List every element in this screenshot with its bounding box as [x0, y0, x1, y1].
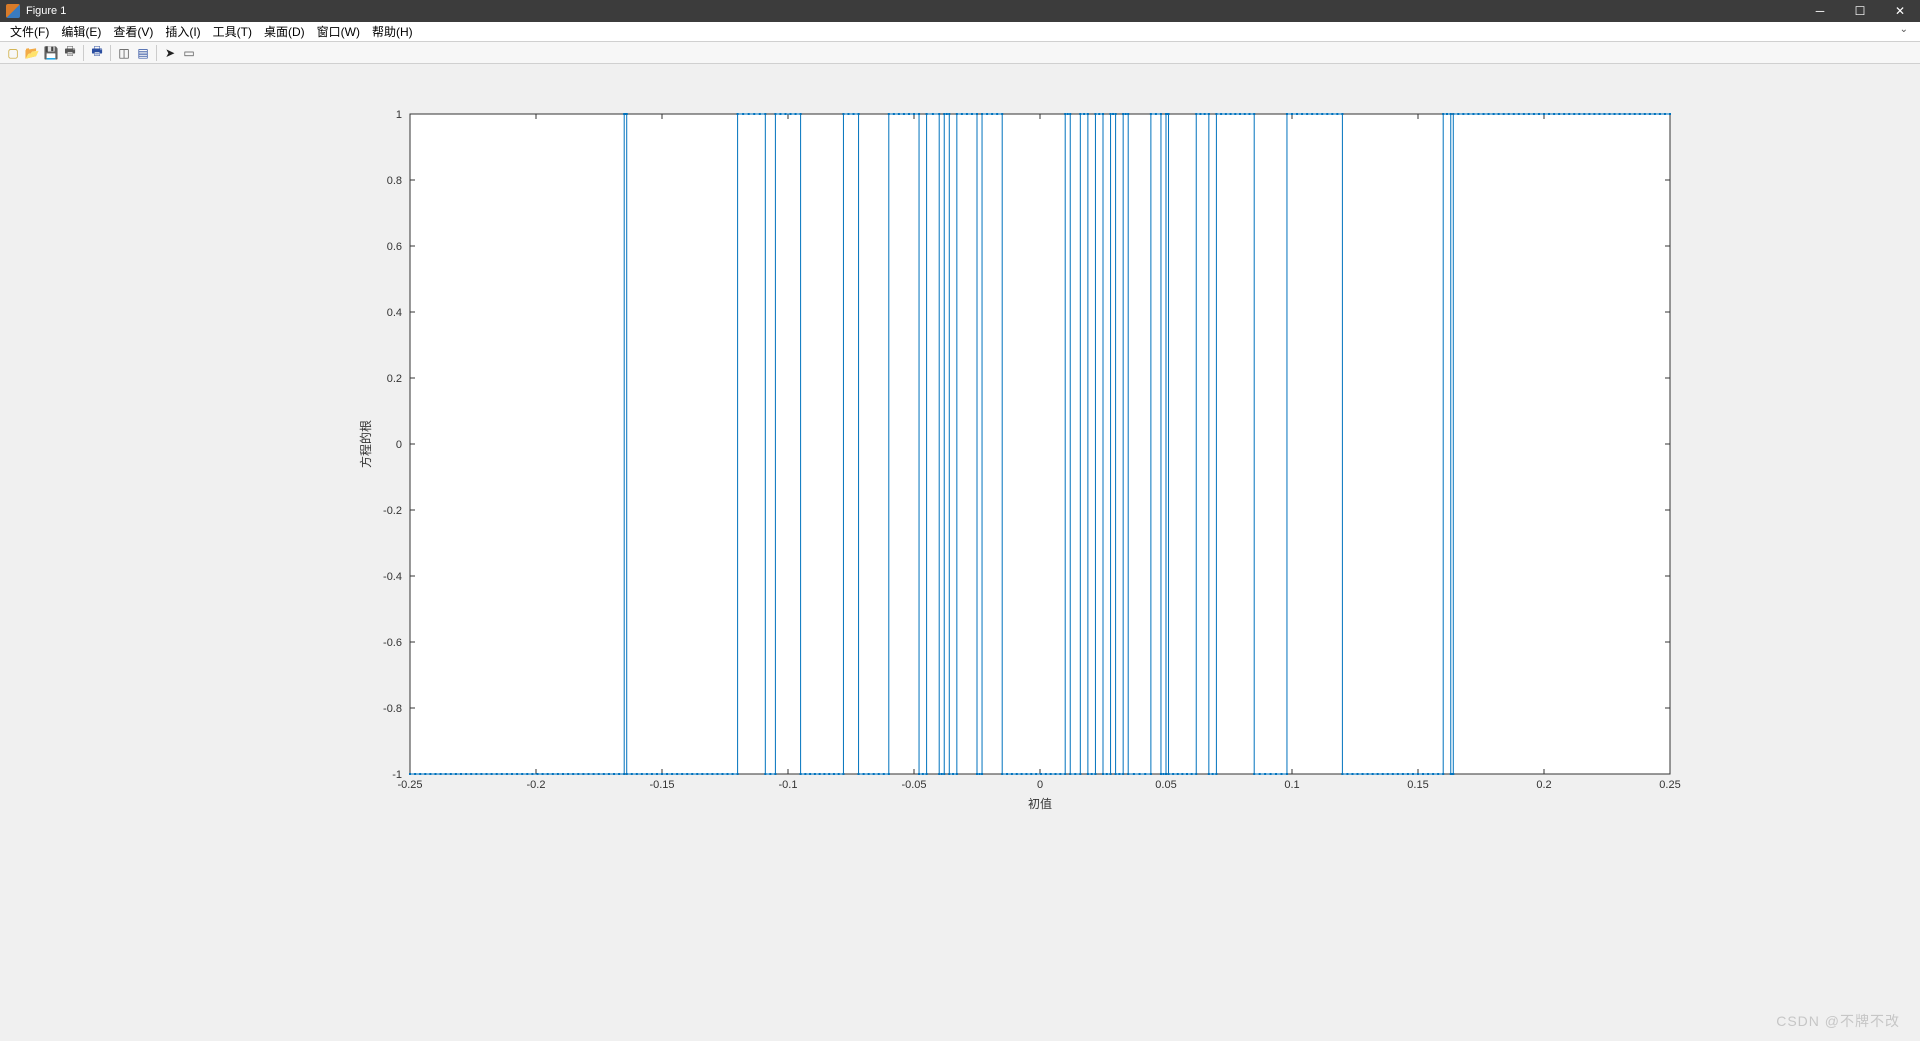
menu-edit[interactable]: 编辑(E): [55, 23, 107, 40]
window-title: Figure 1: [26, 5, 66, 17]
toolbar-separator: [110, 45, 111, 61]
svg-text:0.1: 0.1: [1284, 779, 1299, 791]
svg-text:-0.05: -0.05: [901, 779, 926, 791]
svg-text:0.25: 0.25: [1659, 779, 1680, 791]
menu-bar: 文件(F) 编辑(E) 查看(V) 插入(I) 工具(T) 桌面(D) 窗口(W…: [0, 22, 1920, 42]
svg-text:方程的根: 方程的根: [358, 420, 373, 468]
insert-legend-icon[interactable]: ▭: [180, 44, 198, 62]
svg-text:-0.15: -0.15: [649, 779, 674, 791]
new-file-icon[interactable]: ▢: [4, 44, 22, 62]
menu-help[interactable]: 帮助(H): [366, 23, 419, 40]
svg-text:0: 0: [1037, 779, 1043, 791]
svg-text:0.6: 0.6: [387, 241, 402, 253]
menu-tools[interactable]: 工具(T): [207, 23, 258, 40]
print-icon[interactable]: 🖶: [61, 44, 79, 62]
menubar-overflow-icon[interactable]: ⌄: [1894, 24, 1914, 35]
window-titlebar: Figure 1 ─ ☐ ✕: [0, 0, 1920, 22]
watermark-text: CSDN @不牌不改: [1776, 1011, 1900, 1031]
open-folder-icon[interactable]: 📂: [23, 44, 41, 62]
svg-text:0.2: 0.2: [387, 373, 402, 385]
menu-view[interactable]: 查看(V): [107, 23, 159, 40]
svg-text:0.05: 0.05: [1155, 779, 1176, 791]
pointer-icon[interactable]: ➤: [161, 44, 179, 62]
svg-text:-0.2: -0.2: [383, 505, 402, 517]
menu-window[interactable]: 窗口(W): [311, 23, 366, 40]
svg-text:-0.8: -0.8: [383, 703, 402, 715]
svg-text:0.4: 0.4: [387, 307, 402, 319]
svg-text:1: 1: [396, 109, 402, 121]
minimize-button[interactable]: ─: [1800, 0, 1840, 22]
axes-plot: -0.25-0.2-0.15-0.1-0.0500.050.10.150.20.…: [210, 64, 1710, 844]
menu-desktop[interactable]: 桌面(D): [258, 23, 311, 40]
svg-text:0.8: 0.8: [387, 175, 402, 187]
svg-text:0.2: 0.2: [1536, 779, 1551, 791]
figure-canvas: -0.25-0.2-0.15-0.1-0.0500.050.10.150.20.…: [0, 64, 1920, 1041]
svg-text:初值: 初值: [1028, 796, 1052, 811]
data-cursor-icon[interactable]: 🖶: [88, 44, 106, 62]
save-icon[interactable]: 💾: [42, 44, 60, 62]
svg-text:-0.1: -0.1: [779, 779, 798, 791]
menu-insert[interactable]: 插入(I): [159, 23, 206, 40]
svg-text:0.15: 0.15: [1407, 779, 1428, 791]
colorbar-icon[interactable]: ▤: [134, 44, 152, 62]
svg-text:0: 0: [396, 439, 402, 451]
close-button[interactable]: ✕: [1880, 0, 1920, 22]
rotate-icon[interactable]: ◫: [115, 44, 133, 62]
svg-text:-0.4: -0.4: [383, 571, 402, 583]
toolbar-separator: [156, 45, 157, 61]
svg-text:-0.2: -0.2: [527, 779, 546, 791]
svg-text:-0.6: -0.6: [383, 637, 402, 649]
matlab-icon: [6, 4, 20, 18]
maximize-button[interactable]: ☐: [1840, 0, 1880, 22]
svg-text:-1: -1: [392, 769, 402, 781]
toolbar-separator: [83, 45, 84, 61]
menu-file[interactable]: 文件(F): [4, 23, 55, 40]
figure-toolbar: ▢ 📂 💾 🖶 🖶 ◫ ▤ ➤ ▭: [0, 42, 1920, 64]
